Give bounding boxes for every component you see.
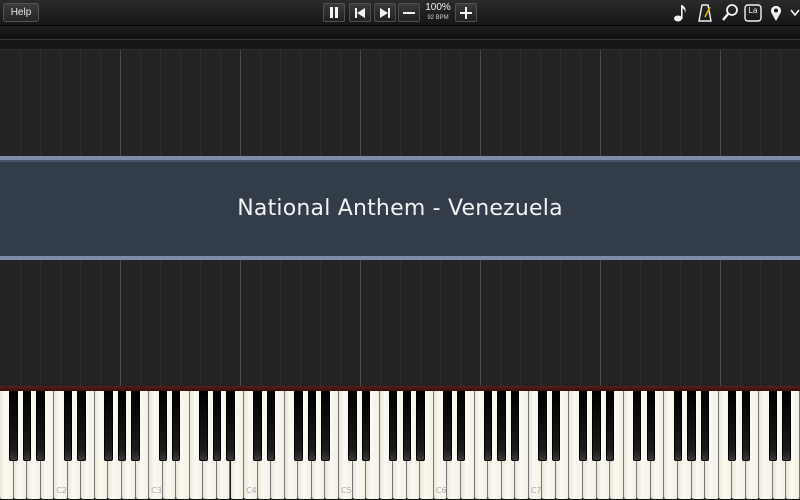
black-key[interactable] [117,391,127,461]
black-key[interactable] [307,391,317,461]
black-key[interactable] [212,391,222,461]
black-key[interactable] [511,391,520,461]
speed-decrease-button[interactable] [398,3,420,22]
black-key[interactable] [63,391,72,461]
toolbar: Help 100% 92 BPM La [0,0,800,26]
title-banner: National Anthem - Venezuela [0,156,800,260]
black-key[interactable] [592,391,601,461]
black-key[interactable] [266,391,276,461]
black-key[interactable] [538,391,547,461]
black-key[interactable] [199,391,208,461]
black-key[interactable] [497,391,506,461]
black-key[interactable] [104,391,113,461]
speed-increase-button[interactable] [455,3,477,22]
black-key[interactable] [646,391,656,461]
black-key[interactable] [443,391,452,461]
black-key[interactable] [728,391,737,461]
black-key[interactable] [172,391,181,461]
black-key[interactable] [483,391,493,461]
minus-icon [403,7,415,19]
black-key[interactable] [361,391,371,461]
music-note-icon[interactable] [672,3,688,23]
help-button[interactable]: Help [3,3,39,22]
octave-label: C3 [151,486,162,495]
metronome-icon[interactable] [697,3,713,23]
label-icon-text: La [748,6,758,15]
plus-icon [460,6,472,19]
black-key[interactable] [578,391,588,461]
black-key[interactable] [551,391,561,461]
magnifier-icon[interactable] [721,3,739,23]
black-key[interactable] [9,391,18,461]
location-pin-icon[interactable] [769,3,783,23]
skip-forward-icon [380,7,390,18]
black-key[interactable] [700,391,710,461]
octave-label: C6 [435,486,447,495]
black-key[interactable] [321,391,330,461]
black-key[interactable] [673,391,683,461]
black-key[interactable] [402,391,411,461]
octave-label: C2 [56,486,67,495]
black-key[interactable] [36,391,45,461]
speed-display: 100% 92 BPM [420,1,456,25]
speed-value: 100% [425,2,451,13]
octave-label: C4 [246,486,257,495]
black-key[interactable] [741,391,750,461]
skip-back-icon [355,7,365,18]
black-key[interactable] [22,391,32,461]
black-key[interactable] [416,391,425,461]
song-title: National Anthem - Venezuela [237,196,563,221]
skip-back-button[interactable] [349,3,371,22]
banner-highlight [0,160,800,162]
octave-label: C7 [530,486,542,495]
pause-button[interactable] [323,3,345,22]
piano-keyboard: C2 C3 C4 C5 C6 C7 [0,391,800,500]
black-key[interactable] [77,391,86,461]
timeline-track [0,40,800,50]
black-key[interactable] [348,391,357,461]
chevron-down-icon[interactable] [789,3,800,23]
black-key[interactable] [768,391,778,461]
black-key[interactable] [253,391,262,461]
black-key[interactable] [687,391,696,461]
black-key[interactable] [389,391,398,461]
black-key[interactable] [158,391,167,461]
octave-label: C5 [340,486,352,495]
black-key[interactable] [605,391,615,461]
black-key[interactable] [782,391,791,461]
black-key[interactable] [633,391,642,461]
label-icon[interactable]: La [744,3,762,23]
timeline-ruler[interactable] [0,26,800,40]
black-key[interactable] [131,391,140,461]
black-key[interactable] [294,391,303,461]
black-key[interactable] [456,391,466,461]
skip-forward-button[interactable] [374,3,396,22]
bpm-value: 92 BPM [427,15,449,21]
pause-icon [329,7,339,18]
black-key[interactable] [226,391,235,461]
